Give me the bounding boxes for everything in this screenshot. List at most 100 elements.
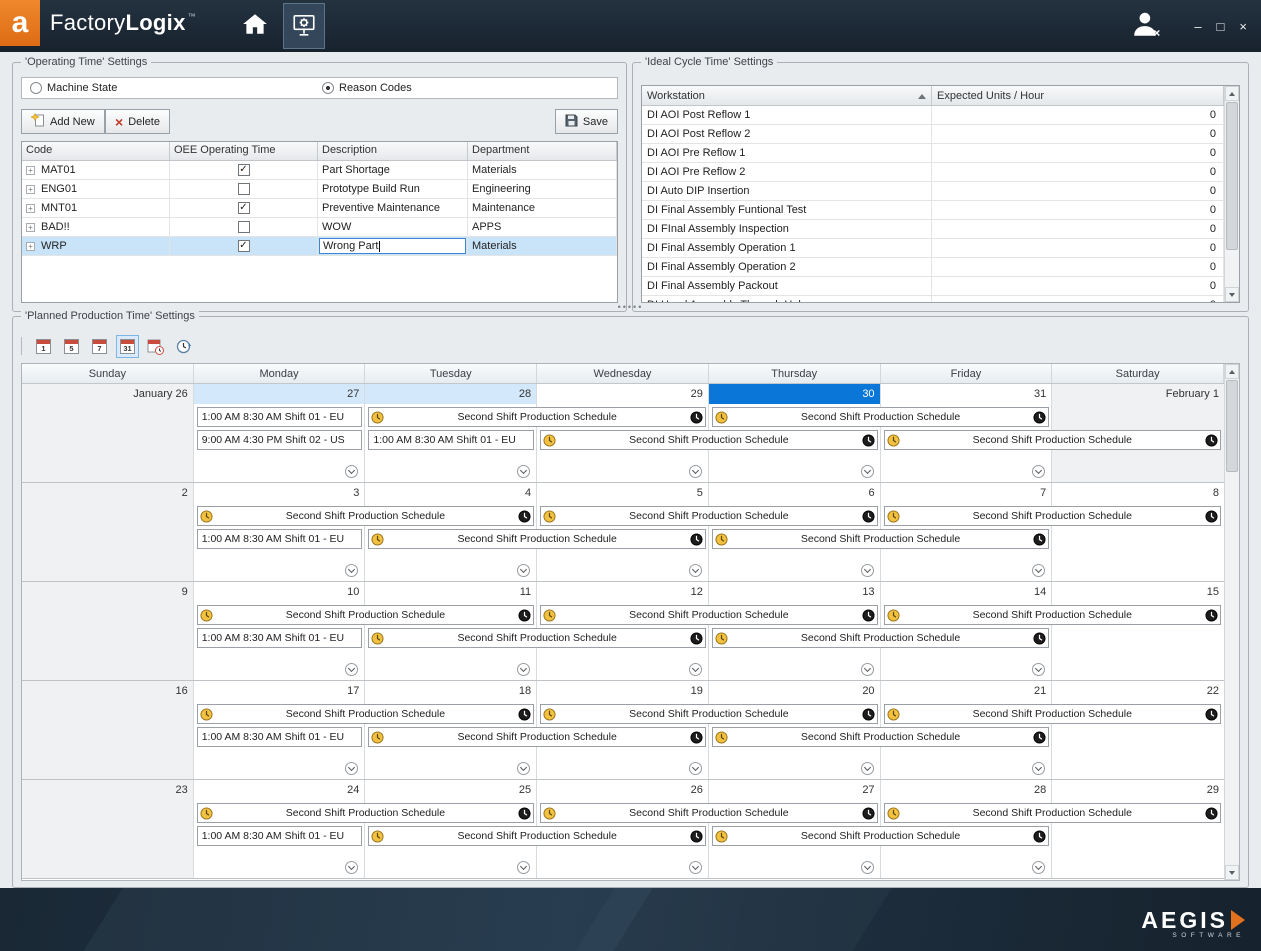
week-view-button[interactable]: 7 xyxy=(88,335,111,358)
schedule-event[interactable]: Second Shift Production Schedule xyxy=(712,826,1049,846)
more-events-button[interactable] xyxy=(345,861,358,874)
more-events-button[interactable] xyxy=(689,663,702,676)
more-events-button[interactable] xyxy=(517,861,530,874)
description-editor[interactable]: Wrong Part xyxy=(319,238,466,254)
reason-code-row[interactable]: +ENG01Prototype Build RunEngineering xyxy=(22,180,617,199)
schedule-event[interactable]: Second Shift Production Schedule xyxy=(540,605,877,625)
home-button[interactable] xyxy=(236,8,274,42)
shift-event[interactable]: 1:00 AM 8:30 AM Shift 01 - EU xyxy=(197,529,363,549)
schedule-event[interactable]: Second Shift Production Schedule xyxy=(712,628,1049,648)
reason-code-row[interactable]: +BAD!!WOWAPPS xyxy=(22,218,617,237)
logout-button[interactable]: × xyxy=(1129,10,1165,40)
save-button[interactable]: Save xyxy=(555,109,618,134)
more-events-button[interactable] xyxy=(345,663,358,676)
day-view-button[interactable]: 1 xyxy=(32,335,55,358)
column-header-oee-operating-time[interactable]: OEE Operating Time xyxy=(170,142,318,160)
schedule-event[interactable]: Second Shift Production Schedule xyxy=(197,506,534,526)
more-events-button[interactable] xyxy=(1032,564,1045,577)
more-events-button[interactable] xyxy=(689,861,702,874)
scrollbar-thumb[interactable] xyxy=(1226,380,1238,472)
workstation-row[interactable]: DI AOI Post Reflow 10 xyxy=(642,106,1224,125)
more-events-button[interactable] xyxy=(861,465,874,478)
schedule-event[interactable]: Second Shift Production Schedule xyxy=(884,803,1221,823)
work-week-view-button[interactable]: 5 xyxy=(60,335,83,358)
schedule-event[interactable]: Second Shift Production Schedule xyxy=(884,704,1221,724)
shift-event[interactable]: 1:00 AM 8:30 AM Shift 01 - EU xyxy=(197,628,363,648)
schedule-event[interactable]: Second Shift Production Schedule xyxy=(368,407,705,427)
more-events-button[interactable] xyxy=(861,663,874,676)
workstation-row[interactable]: DI Auto DIP Insertion0 xyxy=(642,182,1224,201)
row-expand-icon[interactable]: + xyxy=(26,166,35,175)
shift-event[interactable]: 1:00 AM 8:30 AM Shift 01 - EU xyxy=(197,826,363,846)
column-header-workstation[interactable]: Workstation xyxy=(642,86,932,105)
scroll-up-button[interactable] xyxy=(1225,86,1239,101)
schedule-event[interactable]: Second Shift Production Schedule xyxy=(884,605,1221,625)
more-events-button[interactable] xyxy=(517,465,530,478)
more-events-button[interactable] xyxy=(517,663,530,676)
oee-checkbox[interactable]: ✓ xyxy=(238,202,250,214)
workstation-row[interactable]: DI Hand Assembly Through Hole0 xyxy=(642,296,1224,302)
column-header-code[interactable]: Code xyxy=(22,142,170,160)
more-events-button[interactable] xyxy=(1032,861,1045,874)
close-button[interactable]: × xyxy=(1239,20,1247,34)
workstation-row[interactable]: DI AOI Pre Reflow 10 xyxy=(642,144,1224,163)
time-scale-view-button[interactable] xyxy=(172,335,195,358)
workstation-row[interactable]: DI Final Assembly Operation 20 xyxy=(642,258,1224,277)
schedule-event[interactable]: Second Shift Production Schedule xyxy=(197,704,534,724)
schedule-event[interactable]: Second Shift Production Schedule xyxy=(540,430,877,450)
minimize-button[interactable]: – xyxy=(1194,20,1201,34)
shift-event[interactable]: 1:00 AM 8:30 AM Shift 01 - EU xyxy=(197,727,363,747)
more-events-button[interactable] xyxy=(689,762,702,775)
row-expand-icon[interactable]: + xyxy=(26,223,35,232)
maximize-button[interactable]: □ xyxy=(1217,20,1225,34)
schedule-event[interactable]: Second Shift Production Schedule xyxy=(540,803,877,823)
schedule-event[interactable]: Second Shift Production Schedule xyxy=(368,826,705,846)
more-events-button[interactable] xyxy=(345,564,358,577)
workstation-row[interactable]: DI FInal Assembly Inspection0 xyxy=(642,220,1224,239)
schedule-event[interactable]: Second Shift Production Schedule xyxy=(884,506,1221,526)
schedule-event[interactable]: Second Shift Production Schedule xyxy=(368,727,705,747)
schedule-event[interactable]: Second Shift Production Schedule xyxy=(884,430,1221,450)
shift-event[interactable]: 9:00 AM 4:30 PM Shift 02 - US xyxy=(197,430,363,450)
oee-checkbox[interactable]: ✓ xyxy=(238,240,250,252)
more-events-button[interactable] xyxy=(345,465,358,478)
more-events-button[interactable] xyxy=(517,564,530,577)
scroll-down-button[interactable] xyxy=(1225,865,1239,880)
oee-checkbox[interactable]: ✓ xyxy=(238,164,250,176)
schedule-event[interactable]: Second Shift Production Schedule xyxy=(712,407,1049,427)
workstation-row[interactable]: DI Final Assembly Funtional Test0 xyxy=(642,201,1224,220)
machine-state-radio[interactable]: Machine State xyxy=(30,82,117,94)
schedule-event[interactable]: Second Shift Production Schedule xyxy=(712,727,1049,747)
more-events-button[interactable] xyxy=(1032,465,1045,478)
scroll-down-button[interactable] xyxy=(1225,287,1239,302)
more-events-button[interactable] xyxy=(861,762,874,775)
oee-checkbox[interactable] xyxy=(238,221,250,233)
reason-code-row[interactable]: +WRP✓Wrong PartMaterials xyxy=(22,237,617,256)
column-header-department[interactable]: Department xyxy=(468,142,617,160)
schedule-event[interactable]: Second Shift Production Schedule xyxy=(540,506,877,526)
timeline-view-button[interactable] xyxy=(144,335,167,358)
month-view-button[interactable]: 31 xyxy=(116,335,139,358)
schedule-event[interactable]: Second Shift Production Schedule xyxy=(540,704,877,724)
reason-code-row[interactable]: +MNT01✓Preventive MaintenanceMaintenance xyxy=(22,199,617,218)
column-header-expected-units[interactable]: Expected Units / Hour xyxy=(932,86,1224,105)
add-new-button[interactable]: Add New xyxy=(21,109,105,134)
schedule-event[interactable]: Second Shift Production Schedule xyxy=(712,529,1049,549)
workstation-row[interactable]: DI AOI Post Reflow 20 xyxy=(642,125,1224,144)
more-events-button[interactable] xyxy=(689,564,702,577)
row-expand-icon[interactable]: + xyxy=(26,242,35,251)
more-events-button[interactable] xyxy=(1032,663,1045,676)
more-events-button[interactable] xyxy=(345,762,358,775)
settings-button[interactable] xyxy=(283,3,325,49)
column-header-description[interactable]: Description xyxy=(318,142,468,160)
schedule-event[interactable]: Second Shift Production Schedule xyxy=(368,529,705,549)
reason-code-row[interactable]: +MAT01✓Part ShortageMaterials xyxy=(22,161,617,180)
workstation-row[interactable]: DI AOI Pre Reflow 20 xyxy=(642,163,1224,182)
row-expand-icon[interactable]: + xyxy=(26,185,35,194)
more-events-button[interactable] xyxy=(861,861,874,874)
more-events-button[interactable] xyxy=(1032,762,1045,775)
delete-button[interactable]: × Delete xyxy=(105,109,170,134)
row-expand-icon[interactable]: + xyxy=(26,204,35,213)
schedule-event[interactable]: Second Shift Production Schedule xyxy=(197,803,534,823)
more-events-button[interactable] xyxy=(517,762,530,775)
